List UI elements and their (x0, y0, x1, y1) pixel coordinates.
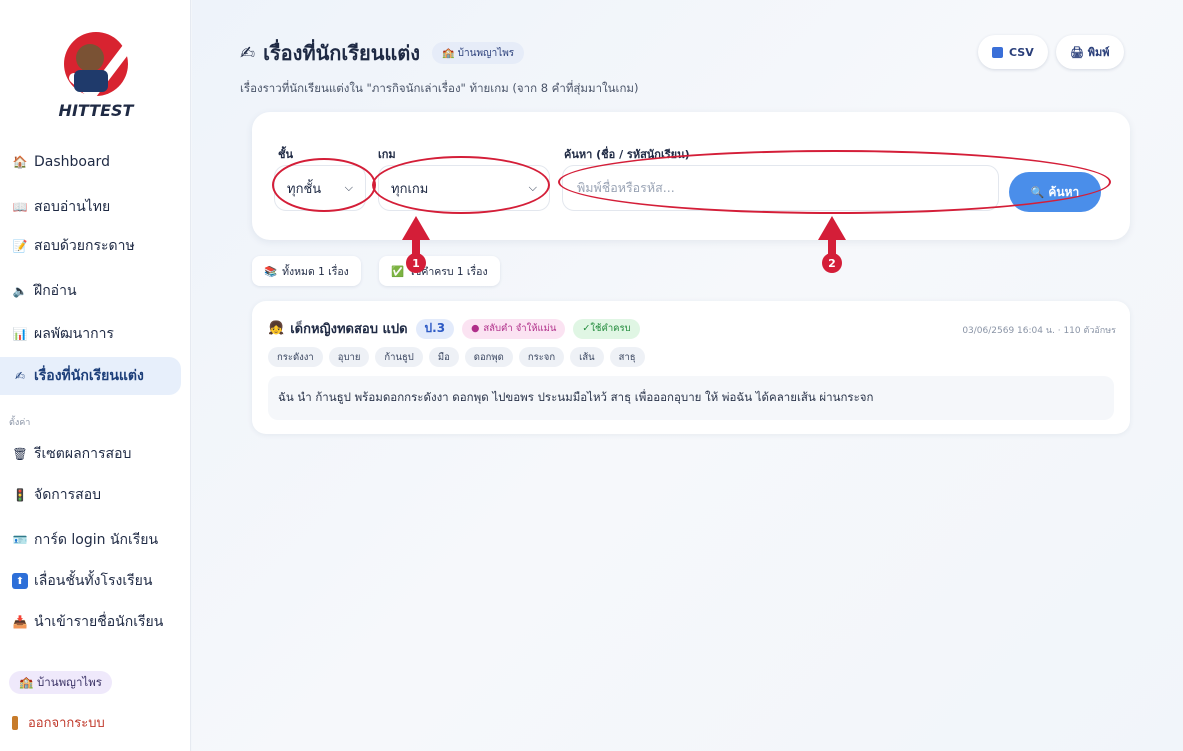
sidebar-item-progress[interactable]: 📊 ผลพัฒนาการ (0, 316, 181, 352)
word-chip: มือ (428, 347, 459, 367)
csv-label: CSV (1009, 45, 1034, 59)
book-icon: 📖 (12, 200, 28, 214)
word-chip: ดอกพุด (464, 347, 513, 367)
hittest-logo[interactable]: HITTEST (44, 22, 148, 124)
word-chip: เส้น (570, 347, 604, 367)
game-tag: ● สลับคำ จำให้แม่น (462, 318, 566, 339)
sidebar-item-import-students[interactable]: 📥 นำเข้ารายชื่อนักเรียน (0, 604, 181, 640)
story-card: 👧 เด็กหญิงทดสอบ แปด ป.3 ● สลับคำ จำให้แม… (252, 301, 1130, 434)
annotation-arrow-2: 2 (818, 216, 846, 273)
sidebar-item-dashboard[interactable]: 🏠 Dashboard (0, 144, 181, 180)
student-name: 👧 เด็กหญิงทดสอบ แปด ป.3 ● สลับคำ จำให้แม… (268, 318, 640, 339)
settings-section-label: ตั้งค่า (9, 418, 31, 428)
speaker-icon: 🔈 (12, 284, 28, 298)
print-button[interactable]: 🖨 พิมพ์ (1056, 35, 1124, 69)
sidebar-item-student-stories[interactable]: ✍ เรื่องที่นักเรียนแต่ง (0, 357, 181, 395)
export-csv-button[interactable]: CSV (978, 35, 1048, 69)
house-icon: 🏠 (12, 155, 28, 169)
svg-text:HITTEST: HITTEST (59, 101, 135, 120)
writing-hand-icon: ✍ (240, 42, 256, 64)
school-badge: 🏫 บ้านพญาไพร (9, 671, 112, 694)
sidebar-item-reset-results[interactable]: 🗑 รีเซตผลการสอบ (0, 436, 181, 472)
sidebar-item-label: Dashboard (34, 154, 110, 170)
game-filter-label: เกม (378, 148, 396, 161)
id-card-icon: 🪪 (12, 533, 28, 547)
sidebar-item-label: จัดการสอบ (34, 487, 101, 503)
girl-emoji-icon: 👧 (268, 321, 285, 336)
traffic-light-icon: 🚦 (12, 488, 28, 502)
up-arrow-icon: ⬆ (12, 573, 28, 589)
sidebar-item-label: การ์ด login นักเรียน (34, 532, 159, 548)
annotation-arrow-1: 1 (402, 216, 430, 273)
word-chip: กระดังงา (268, 347, 323, 367)
sidebar-item-paper-test[interactable]: 📝 สอบด้วยกระดาษ (0, 228, 181, 264)
door-icon (12, 715, 18, 730)
total-stories-chip: 📚 ทั้งหมด 1 เรื่อง (252, 256, 361, 286)
word-list: กระดังงา อุบาย ก้านธูป มือ ดอกพุด กระจก … (268, 347, 645, 367)
story-meta: 03/06/2569 16:04 น. · 110 ตัวอักษร (962, 326, 1116, 336)
bubble-icon: ● (471, 323, 480, 334)
sidebar-item-login-cards[interactable]: 🪪 การ์ด login นักเรียน (0, 522, 181, 558)
student-name-text: เด็กหญิงทดสอบ แปด (290, 322, 408, 337)
game-tag-label: สลับคำ จำให้แม่น (483, 323, 557, 334)
sidebar-item-label: สอบด้วยกระดาษ (34, 238, 135, 254)
word-chip: สาธุ (609, 347, 645, 367)
page-subtitle: เรื่องราวที่นักเรียนแต่งใน "ภารกิจนักเล่… (240, 81, 639, 95)
word-chip: ก้านธูป (375, 347, 423, 367)
svg-text:1: 1 (412, 257, 420, 270)
page-title: ✍ เรื่องที่นักเรียนแต่ง 🏫 บ้านพญาไพร (240, 37, 525, 69)
sidebar-item-label: รีเซตผลการสอบ (34, 446, 132, 462)
download-icon (992, 46, 1003, 58)
annotation-ellipse-game (372, 156, 550, 214)
upload-icon: 📥 (12, 615, 28, 629)
sidebar-item-label: ฝึกอ่าน (34, 283, 77, 299)
story-text: ฉัน นำ ก้านธูป พร้อมดอกกระดังงา ดอกพุด ไ… (268, 376, 1114, 420)
annotation-ellipse-grade (272, 158, 376, 212)
sidebar-item-manage-tests[interactable]: 🚦 จัดการสอบ (0, 477, 181, 513)
sidebar-item-label: นำเข้ารายชื่อนักเรียน (34, 614, 164, 630)
word-chip: อุบาย (328, 347, 370, 367)
word-chip: กระจก (518, 347, 565, 367)
chart-icon: 📊 (12, 327, 28, 341)
annotation-ellipse-search (558, 150, 1111, 214)
trash-icon: 🗑 (12, 447, 28, 461)
books-icon: 📚 (264, 265, 278, 278)
logout-button[interactable]: ออกจากระบบ (12, 712, 105, 733)
complete-words-badge: ✓ใช้คำครบ (573, 318, 640, 339)
page-title-text: เรื่องที่นักเรียนแต่ง (263, 41, 421, 65)
sidebar-item-label: เรื่องที่นักเรียนแต่ง (34, 368, 144, 384)
sidebar: HITTEST 🏠 Dashboard 📖 สอบอ่านไทย 📝 สอบด้… (0, 0, 191, 751)
logout-label: ออกจากระบบ (28, 716, 105, 731)
writing-hand-icon: ✍ (14, 369, 26, 383)
sidebar-item-label: สอบอ่านไทย (34, 199, 111, 215)
main-content: ✍ เรื่องที่นักเรียนแต่ง 🏫 บ้านพญาไพร เรื… (192, 0, 1183, 751)
svg-text:2: 2 (828, 257, 836, 270)
total-stories-text: ทั้งหมด 1 เรื่อง (282, 265, 349, 278)
grade-filter-label: ชั้น (278, 148, 293, 161)
sidebar-item-practice-reading[interactable]: 🔈 ฝึกอ่าน (0, 273, 181, 309)
grade-badge: ป.3 (415, 318, 455, 339)
paper-icon: 📝 (12, 239, 28, 253)
sidebar-item-thai-reading-test[interactable]: 📖 สอบอ่านไทย (0, 189, 181, 225)
sidebar-item-label: ผลพัฒนาการ (34, 326, 114, 342)
school-title-badge: 🏫 บ้านพญาไพร (432, 42, 525, 64)
sidebar-item-label: เลื่อนชั้นทั้งโรงเรียน (34, 573, 153, 589)
sidebar-item-promote-school[interactable]: ⬆ เลื่อนชั้นทั้งโรงเรียน (0, 563, 181, 599)
